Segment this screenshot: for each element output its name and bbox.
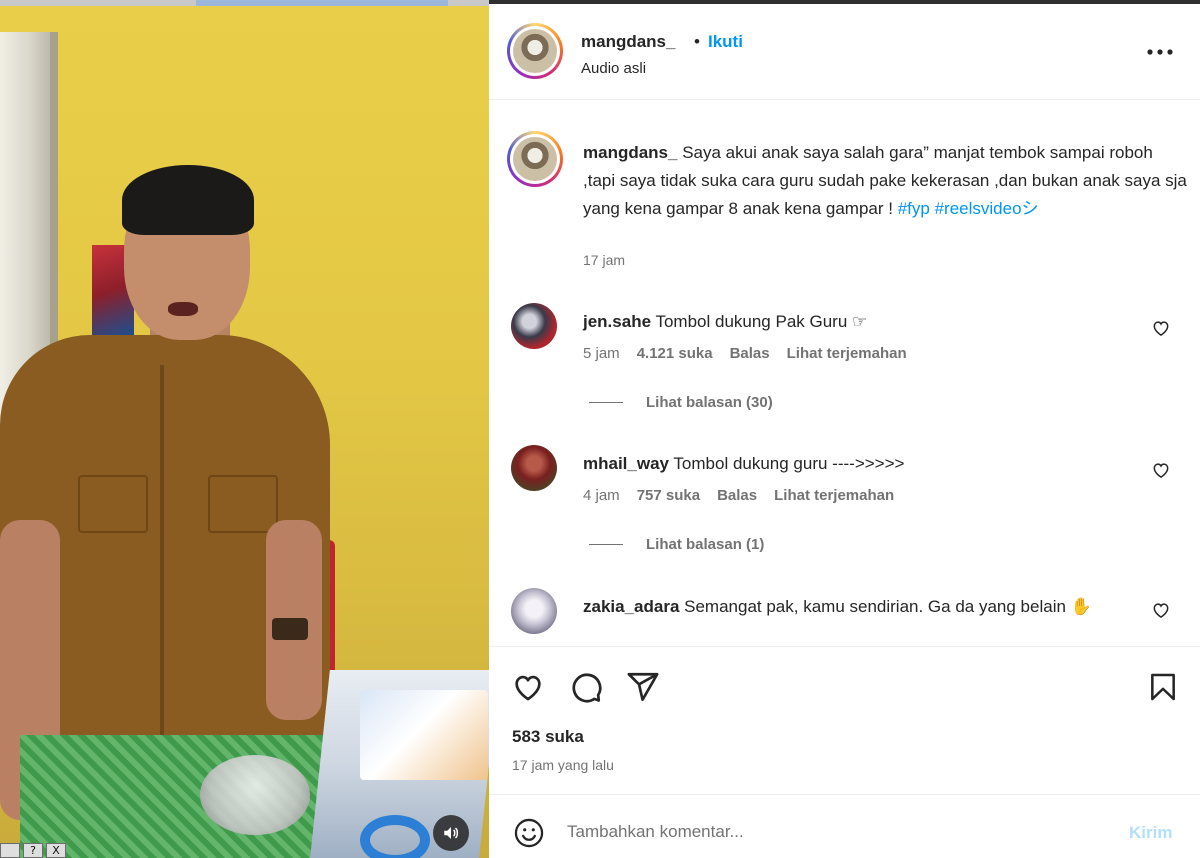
comment-username[interactable]: mhail_way (583, 454, 669, 473)
window-buttons: ? X (0, 843, 66, 858)
hashtag-link[interactable]: #fyp (898, 199, 930, 218)
post-panel: mangdans_ • Ikuti Audio asli mangdans_ S… (489, 0, 1200, 858)
comment-item: jen.sahe Tombol dukung Pak Guru ☞ 5 jam 4… (511, 303, 1181, 363)
likes-count[interactable]: 583 suka (512, 727, 584, 747)
translate-button[interactable]: Lihat terjemahan (774, 487, 894, 504)
comment-time: 5 jam (583, 345, 620, 362)
post-username[interactable]: mangdans_ (581, 32, 675, 52)
follow-button[interactable]: Ikuti (708, 32, 743, 52)
video-top-strip (0, 0, 489, 6)
emoji-icon[interactable] (511, 815, 547, 851)
video-bowl (200, 755, 310, 835)
video-watch (272, 618, 308, 640)
view-replies-button[interactable]: Lihat balasan (1) (589, 536, 764, 553)
avatar[interactable] (511, 445, 557, 491)
reply-button[interactable]: Balas (730, 345, 770, 362)
comment-text: Tombol dukung Pak Guru ☞ (651, 312, 868, 331)
comment-item: zakia_adara Semangat pak, kamu sendirian… (511, 588, 1181, 646)
audio-link[interactable]: Audio asli (581, 60, 646, 77)
share-icon[interactable] (625, 669, 661, 705)
caption-time: 17 jam (583, 252, 626, 268)
hashtag-link[interactable]: #reelsvideoシ (935, 199, 1039, 218)
help-button[interactable]: ? (23, 843, 43, 858)
comment-icon[interactable] (568, 669, 604, 705)
comment-username[interactable]: jen.sahe (583, 312, 651, 331)
post-header: mangdans_ • Ikuti Audio asli (489, 4, 1200, 100)
heart-icon[interactable] (1151, 460, 1171, 480)
comment-time: 4 jam (583, 487, 620, 504)
avatar[interactable] (507, 23, 563, 79)
heart-icon[interactable] (1151, 318, 1171, 338)
comment-likes[interactable]: 757 suka (637, 487, 700, 504)
comments-section[interactable]: mangdans_ Saya akui anak saya salah gara… (489, 101, 1200, 646)
separator-dot: • (694, 32, 700, 51)
caption-username[interactable]: mangdans_ (583, 143, 677, 162)
comment-input[interactable] (567, 817, 1087, 847)
comment-text: Tombol dukung guru ---->>>>> (669, 454, 905, 473)
reply-button[interactable]: Balas (717, 487, 757, 504)
add-comment-bar: Kirim (489, 794, 1200, 858)
more-horizontal-icon[interactable] (1143, 40, 1177, 64)
window-button[interactable] (0, 843, 20, 858)
translate-button[interactable]: Lihat terjemahan (787, 345, 907, 362)
view-replies-button[interactable]: Lihat balasan (30) (589, 394, 773, 411)
heart-icon[interactable] (1151, 600, 1171, 620)
bookmark-icon[interactable] (1145, 669, 1181, 705)
comment-item: mhail_way Tombol dukung guru ---->>>>> 4… (511, 445, 1181, 505)
close-button[interactable]: X (46, 843, 66, 858)
avatar[interactable] (511, 588, 557, 634)
post-actions: 583 suka 17 jam yang lalu (489, 646, 1200, 794)
heart-icon[interactable] (510, 669, 546, 705)
post-button[interactable]: Kirim (1129, 823, 1172, 843)
avatar[interactable] (511, 303, 557, 349)
speaker-icon[interactable] (433, 815, 469, 851)
avatar[interactable] (507, 131, 563, 187)
comment-likes[interactable]: 4.121 suka (637, 345, 713, 362)
comment-text: Semangat pak, kamu sendirian. Ga da yang… (679, 597, 1092, 616)
comment-username[interactable]: zakia_adara (583, 597, 679, 616)
post-time: 17 jam yang lalu (512, 757, 614, 773)
video-player[interactable]: ? X (0, 0, 489, 858)
